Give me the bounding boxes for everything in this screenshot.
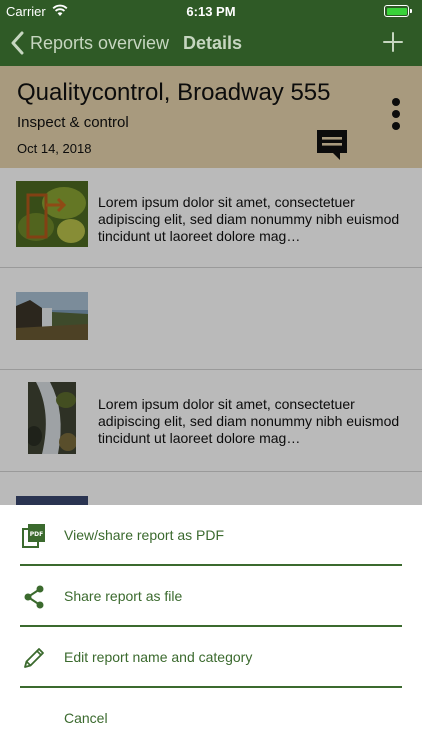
cancel-label: Cancel <box>64 710 108 726</box>
svg-text:PDF: PDF <box>30 531 43 538</box>
edit-report-label: Edit report name and category <box>64 649 253 665</box>
pencil-icon <box>24 648 44 668</box>
share-file-label: Share report as file <box>64 588 183 604</box>
back-button[interactable]: Reports overview <box>10 29 169 57</box>
view-share-pdf-label: View/share report as PDF <box>64 527 225 543</box>
view-share-pdf-button[interactable]: PDF View/share report as PDF <box>20 505 402 566</box>
pdf-icon: PDF <box>22 524 45 548</box>
app-screen: Carrier 6:13 PM Reports overview Details… <box>0 0 422 750</box>
battery-icon <box>384 5 412 17</box>
status-time: 6:13 PM <box>186 4 236 19</box>
status-bar: Carrier 6:13 PM <box>0 0 422 22</box>
back-button-label: Reports overview <box>30 32 170 53</box>
navigation-bar: Carrier 6:13 PM Reports overview Details <box>0 0 422 66</box>
share-file-button[interactable]: Share report as file <box>20 566 402 627</box>
page-title: Details <box>183 33 243 53</box>
edit-report-button[interactable]: Edit report name and category <box>20 627 402 688</box>
share-icon <box>24 585 44 609</box>
cancel-button[interactable]: Cancel <box>20 688 402 749</box>
action-sheet: PDF View/share report as PDF Share repor… <box>0 505 422 750</box>
plus-icon[interactable] <box>382 31 404 53</box>
chevron-left-icon <box>11 31 24 55</box>
